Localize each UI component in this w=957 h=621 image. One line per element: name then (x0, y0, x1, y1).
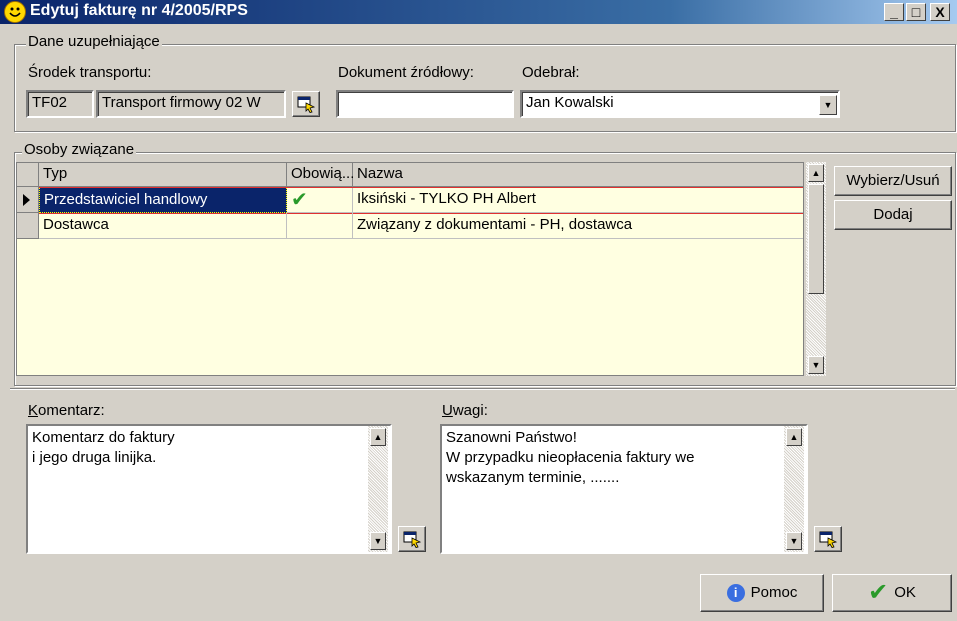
odebral-select[interactable]: Jan Kowalski ▼ (520, 90, 840, 118)
table-row[interactable]: Dostawca Związany z dokumentami - PH, do… (17, 213, 803, 239)
dokument-field[interactable] (336, 90, 514, 118)
chevron-down-icon[interactable]: ▼ (819, 95, 837, 115)
dane-legend: Dane uzupełniające (26, 33, 162, 50)
row-indicator (17, 187, 39, 213)
cell-typ[interactable]: Przedstawiciel handlowy (39, 187, 287, 213)
cell-nazwa[interactable]: Związany z dokumentami - PH, dostawca (353, 213, 803, 239)
splitter[interactable] (10, 388, 955, 390)
uwagi-line: wskazanym terminie, ....... (446, 469, 620, 486)
close-button[interactable]: X (930, 3, 950, 21)
table-row[interactable]: Przedstawiciel handlowy ✔ Iksiński - TYL… (17, 187, 803, 214)
uwagi-pick-button[interactable] (814, 526, 842, 552)
ok-button[interactable]: ✔ OK (832, 574, 952, 612)
cell-obowiazkowy[interactable] (287, 213, 353, 239)
current-row-arrow-icon (23, 194, 30, 206)
dodaj-button[interactable]: Dodaj (834, 200, 952, 230)
column-header-obowiazkowy[interactable]: Obowią... (287, 163, 354, 187)
title-bar[interactable]: Edytuj fakturę nr 4/2005/RPS _ □ X (0, 0, 957, 24)
maximize-button[interactable]: □ (906, 3, 926, 21)
komentarz-pick-button[interactable] (398, 526, 426, 552)
komentarz-label: Komentarz: (28, 402, 105, 419)
minimize-button[interactable]: _ (884, 3, 904, 21)
uwagi-line: W przypadku nieopłacenia faktury we (446, 449, 695, 466)
wybierz-usun-button[interactable]: Wybierz/Usuń (834, 166, 952, 196)
transport-name-field[interactable]: Transport firmowy 02 W (96, 90, 286, 118)
pomoc-button[interactable]: i Pomoc (700, 574, 824, 612)
select-record-icon (819, 531, 838, 548)
odebral-value: Jan Kowalski (526, 94, 614, 111)
select-record-icon (403, 531, 422, 548)
scroll-up-icon[interactable]: ▲ (808, 164, 824, 182)
ok-label: OK (894, 584, 916, 601)
osoby-grid[interactable]: Typ Obowią... Nazwa Przedstawiciel handl… (16, 162, 804, 376)
window-title: Edytuj fakturę nr 4/2005/RPS (30, 2, 248, 19)
scroll-down-icon[interactable]: ▼ (370, 532, 386, 550)
transport-code-field[interactable]: TF02 (26, 90, 94, 118)
scroll-up-icon[interactable]: ▲ (370, 428, 386, 446)
scroll-thumb[interactable] (808, 184, 824, 294)
column-header-typ[interactable]: Typ (39, 163, 287, 187)
pomoc-label: Pomoc (750, 584, 798, 601)
select-record-icon (297, 96, 316, 113)
transport-label: Środek transportu: (28, 64, 152, 81)
grid-scrollbar[interactable]: ▲ ▼ (806, 162, 826, 376)
smiley-app-icon (4, 1, 26, 23)
dokument-label: Dokument źródłowy: (338, 64, 474, 81)
info-icon: i (726, 584, 745, 603)
uwagi-scrollbar[interactable]: ▲ ▼ (784, 426, 804, 552)
cell-typ[interactable]: Dostawca (39, 213, 287, 239)
scroll-down-icon[interactable]: ▼ (786, 532, 802, 550)
dane-group (14, 44, 956, 132)
checkmark-icon: ✔ (868, 579, 889, 607)
column-header-nazwa[interactable]: Nazwa (353, 163, 803, 187)
checkmark-icon[interactable]: ✔ (287, 187, 353, 213)
uwagi-label: Uwagi: (442, 402, 488, 419)
scroll-up-icon[interactable]: ▲ (786, 428, 802, 446)
odebral-label: Odebrał: (522, 64, 580, 81)
uwagi-textarea[interactable]: Szanowni Państwo! W przypadku nieopłacen… (440, 424, 808, 554)
row-indicator (17, 213, 39, 239)
transport-pick-button[interactable] (292, 91, 320, 117)
cell-nazwa[interactable]: Iksiński - TYLKO PH Albert (353, 187, 803, 213)
komentarz-textarea[interactable]: Komentarz do faktury i jego druga linijk… (26, 424, 392, 554)
osoby-legend: Osoby związane (22, 141, 137, 158)
komentarz-line: Komentarz do faktury (32, 429, 175, 446)
komentarz-line: i jego druga linijka. (32, 449, 157, 466)
komentarz-scrollbar[interactable]: ▲ ▼ (368, 426, 388, 552)
scroll-down-icon[interactable]: ▼ (808, 356, 824, 374)
grid-corner (17, 163, 39, 187)
uwagi-line: Szanowni Państwo! (446, 429, 577, 446)
